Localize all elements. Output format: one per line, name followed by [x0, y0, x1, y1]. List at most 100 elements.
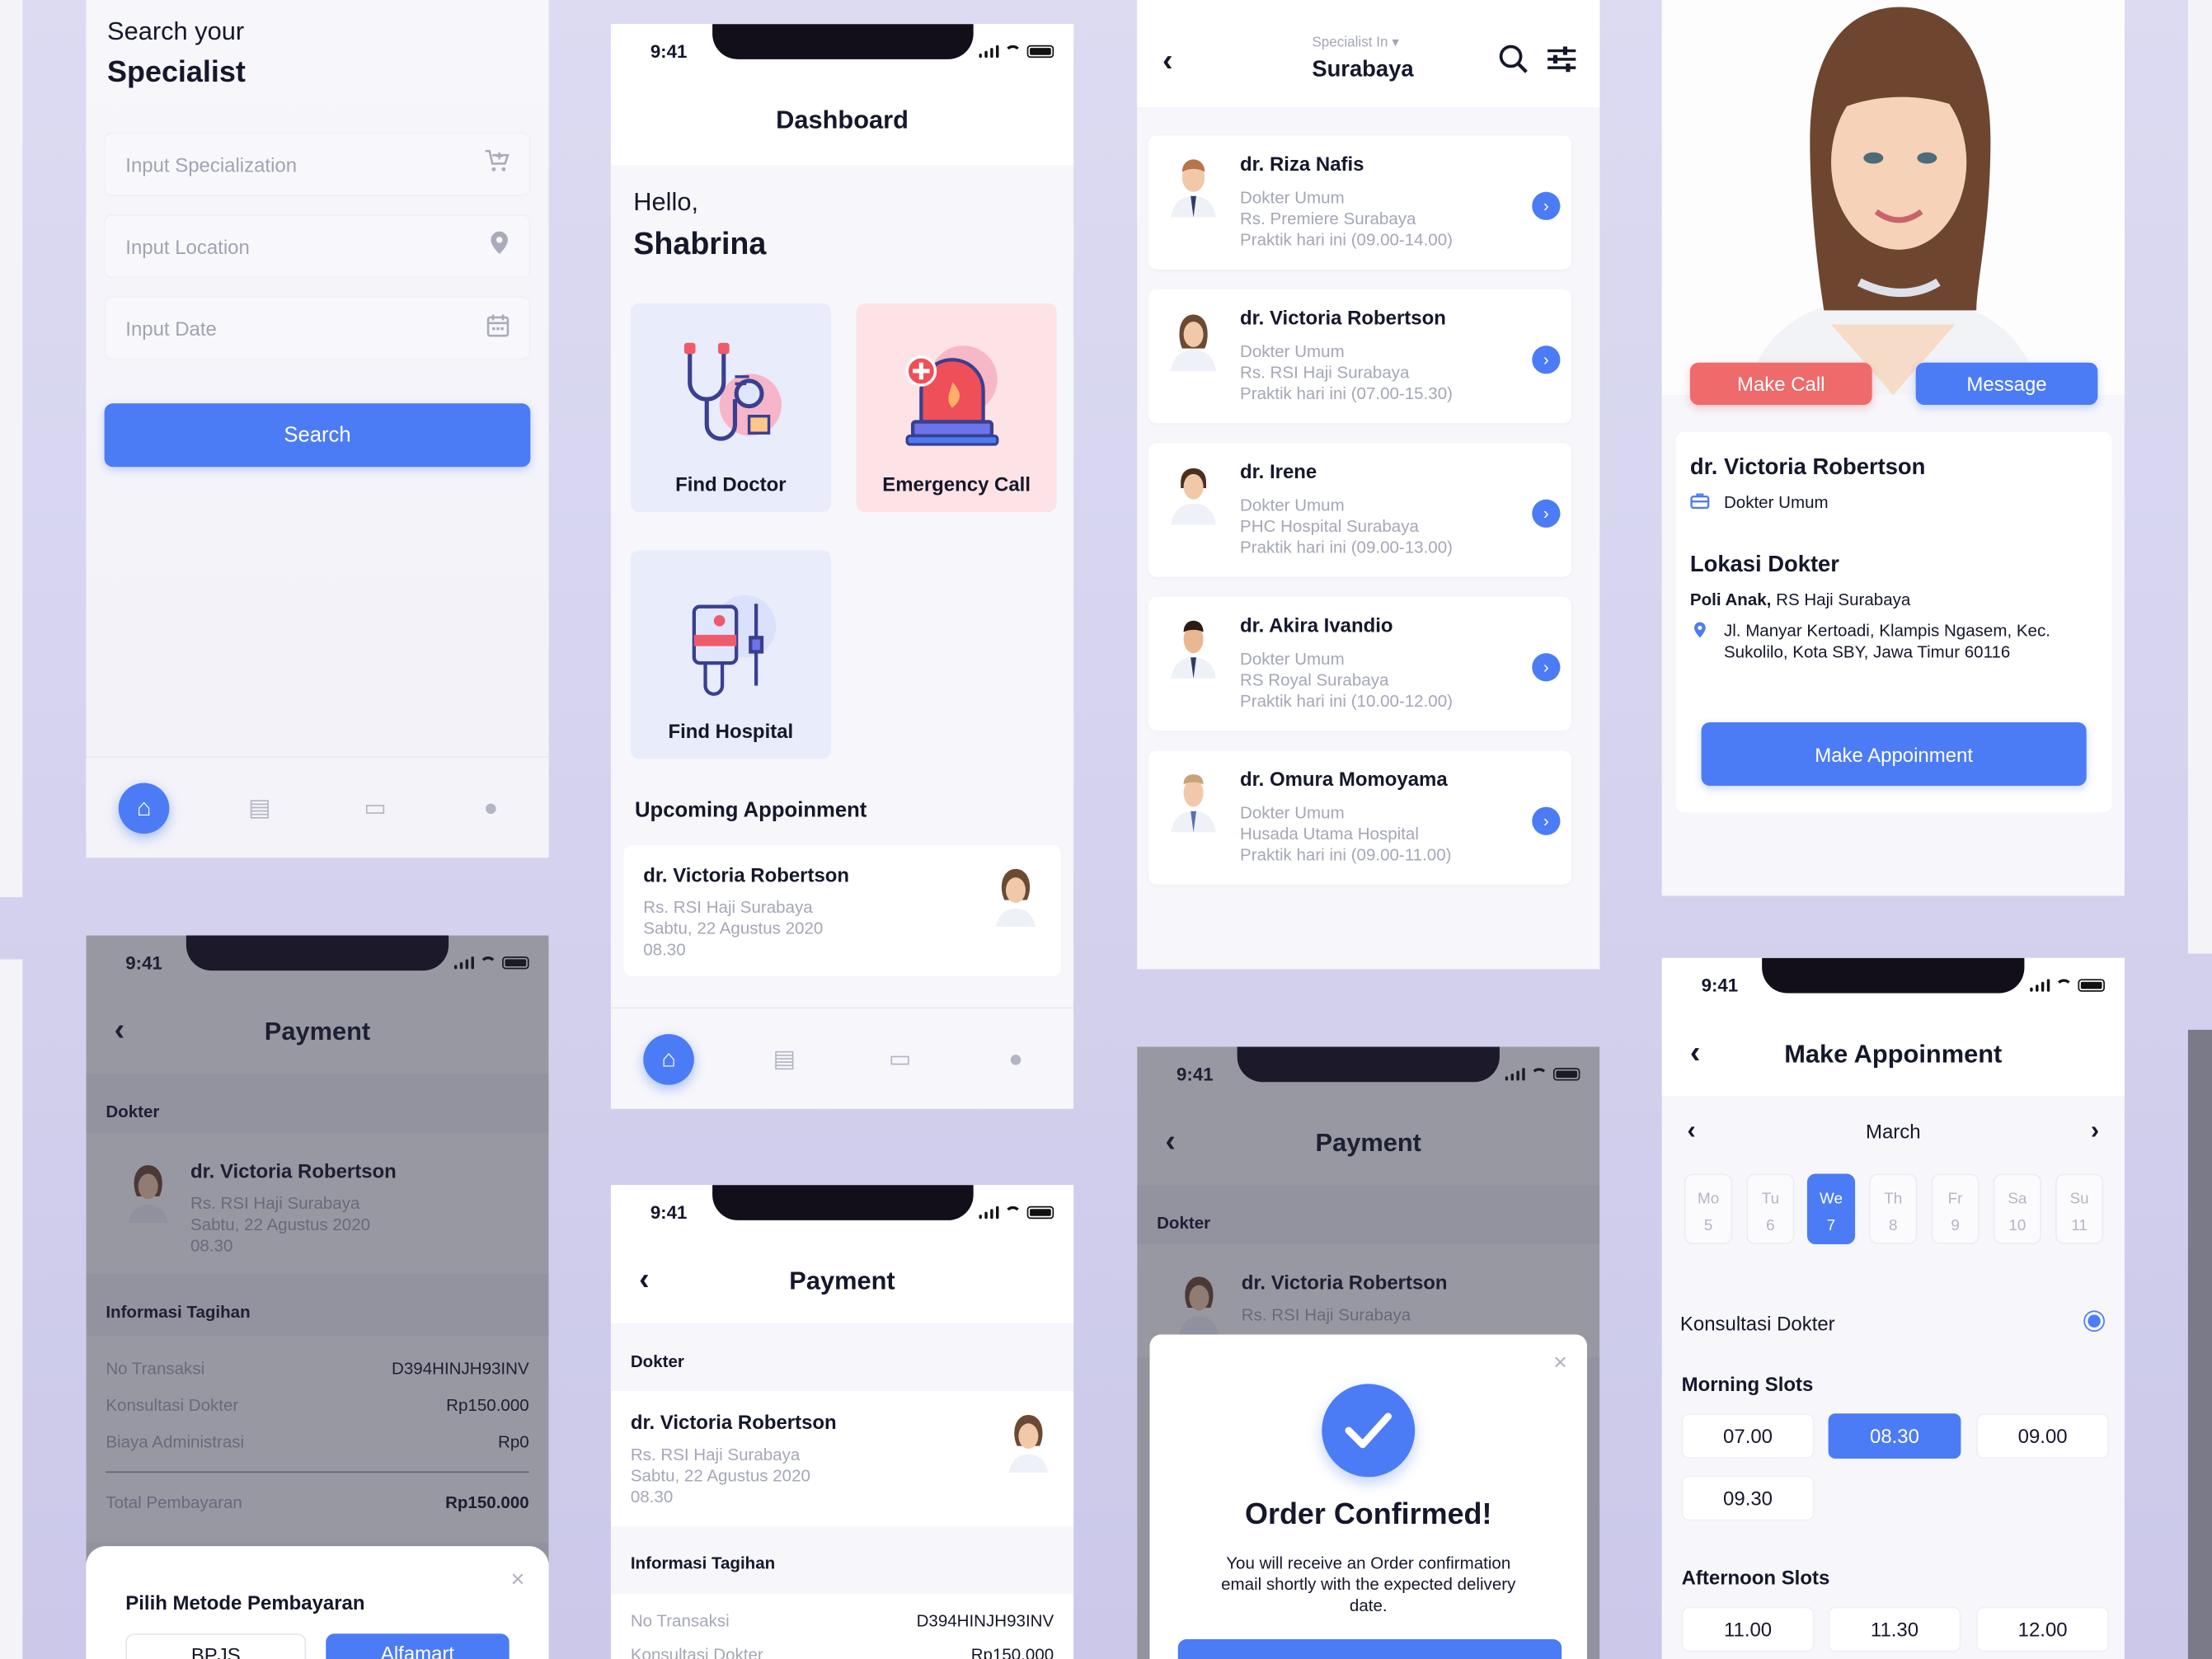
poli-name: Poli Anak,: [1689, 590, 1772, 610]
status-time: 9:41: [650, 1201, 688, 1224]
search-button[interactable]: Search: [104, 403, 531, 468]
make-appointment-screen: 9:41 ‹ Make Appoinment ‹ March › Mo 5 Tu 6…: [1661, 957, 2125, 1659]
doctor-schedule: Praktik hari ini (09.00-13.00): [1240, 537, 1453, 557]
confirm-message-line2: email shortly with the expected delivery: [1221, 1574, 1516, 1595]
day-friday[interactable]: Fr 9: [1931, 1173, 1980, 1244]
day-saturday[interactable]: Sa 10: [1993, 1173, 2041, 1244]
search-heading-line1: Search your: [107, 16, 245, 45]
method-option-alfamart[interactable]: Alfamart: [326, 1633, 510, 1659]
specialization-placeholder: Input Specialization: [125, 153, 298, 176]
make-call-button[interactable]: Make Call: [1689, 362, 1872, 406]
profile-icon[interactable]: ●: [990, 1033, 1041, 1084]
consult-radio[interactable]: [2083, 1310, 2105, 1332]
screens-canvas: Search your Specialist Input Specializat…: [0, 0, 2212, 1659]
signal-icon: [978, 1205, 999, 1220]
find-doctor-tile[interactable]: Find Doctor: [630, 303, 831, 513]
find-hospital-tile[interactable]: Find Hospital: [630, 550, 831, 759]
bill-section-label: Informasi Tagihan: [630, 1553, 776, 1573]
chat-icon[interactable]: ▭: [875, 1033, 926, 1084]
payment-title: Payment: [789, 1267, 895, 1295]
day-sunday[interactable]: Su 11: [2055, 1173, 2104, 1244]
doctor-card[interactable]: dr. Riza Nafis Dokter Umum Rs. Premiere S…: [1148, 135, 1572, 270]
specialist-label: Specialist In ▾: [1312, 35, 1399, 51]
home-icon[interactable]: ⌂: [643, 1033, 694, 1084]
payment-date: Sabtu, 22 Agustus 2020: [630, 1465, 810, 1486]
side-screen-right-top: [2187, 0, 2212, 954]
chevron-right-icon[interactable]: ›: [1532, 345, 1561, 374]
morning-slot[interactable]: 09.30: [1681, 1475, 1815, 1521]
doctor-name: dr. Akira Ivandio: [1240, 613, 1393, 637]
filter-icon[interactable]: [1546, 45, 1577, 81]
status-time: 9:41: [650, 40, 688, 63]
morning-slot[interactable]: 09.00: [1976, 1413, 2110, 1459]
emergency-call-tile[interactable]: Emergency Call: [856, 303, 1057, 513]
afternoon-slot[interactable]: 11.00: [1681, 1606, 1815, 1652]
upcoming-date: Sabtu, 22 Agustus 2020: [643, 918, 824, 938]
day-thursday[interactable]: Th 8: [1869, 1173, 1918, 1244]
location-input[interactable]: Input Location: [104, 214, 531, 279]
message-button[interactable]: Message: [1915, 362, 2098, 406]
doctor-avatar: [1008, 1415, 1049, 1473]
order-confirmed-dialog: × Order Confirmed! You will receive an O…: [1149, 1334, 1587, 1659]
doctor-type: Dokter Umum: [1240, 495, 1345, 515]
method-option-bpjs[interactable]: BPJS: [125, 1633, 307, 1659]
date-input[interactable]: Input Date: [104, 296, 531, 360]
bill-row: No Transaksi D394HINJH93INV: [631, 1611, 1054, 1633]
order-confirmed-title: Order Confirmed!: [1245, 1497, 1492, 1531]
doctor-avatar: [996, 868, 1036, 928]
payment-method-sheet: × Pilih Metode Pembayaran BPJS Alfamart: [86, 1546, 549, 1659]
payment-hospital: Rs. RSI Haji Surabaya: [630, 1444, 801, 1464]
doctor-hospital: RS Royal Surabaya: [1240, 670, 1389, 690]
payment-screen: 9:41 ‹ Payment Dokter dr. Victoria Rober…: [610, 1185, 1074, 1659]
document-icon[interactable]: ▤: [759, 1033, 810, 1084]
close-icon[interactable]: ×: [1553, 1349, 1567, 1377]
upcoming-appointment-card[interactable]: dr. Victoria Robertson Rs. RSI Haji Sura…: [623, 844, 1061, 976]
document-icon[interactable]: ▤: [234, 783, 285, 834]
status-time: 9:41: [1701, 975, 1739, 996]
doctor-name: dr. Riza Nafis: [1240, 152, 1364, 176]
day-monday[interactable]: Mo 5: [1684, 1173, 1733, 1244]
doctor-name: dr. Omura Momoyama: [1240, 767, 1448, 791]
make-appointment-button[interactable]: Make Appoinment: [1701, 721, 2087, 786]
dashboard-screen: 9:41 Dashboard Hello, Shabrina Find Doct…: [610, 24, 1074, 1109]
specialization-input[interactable]: Input Specialization: [104, 132, 531, 196]
device-notch: [712, 1185, 974, 1220]
close-icon[interactable]: ×: [511, 1566, 525, 1594]
payment-time: 08.30: [630, 1487, 674, 1507]
doctor-card[interactable]: dr. Akira Ivandio Dokter Umum RS Royal Su…: [1148, 596, 1572, 731]
chevron-right-icon[interactable]: ›: [1532, 806, 1561, 835]
check-circle-icon: [1322, 1384, 1416, 1478]
day-tuesday[interactable]: Tu 6: [1746, 1173, 1795, 1244]
home-icon[interactable]: ⌂: [118, 782, 170, 834]
doctor-type: Dokter Umum: [1240, 341, 1345, 361]
afternoon-slot[interactable]: 12.00: [1976, 1606, 2110, 1652]
search-screen: Search your Specialist Input Specializat…: [86, 0, 549, 858]
back-arrow-icon[interactable]: ‹: [1162, 45, 1173, 77]
find-hospital-label: Find Hospital: [668, 719, 794, 742]
month-next-icon[interactable]: ›: [2091, 1116, 2099, 1145]
chevron-right-icon[interactable]: ›: [1532, 191, 1561, 220]
doctor-card[interactable]: dr. Irene Dokter Umum PHC Hospital Suraba…: [1148, 443, 1572, 577]
search-icon[interactable]: [1498, 44, 1529, 82]
chat-icon[interactable]: ▭: [350, 783, 401, 834]
chevron-right-icon[interactable]: ›: [1532, 499, 1561, 528]
doctor-hospital: Rs. Premiere Surabaya: [1240, 209, 1416, 229]
make-appointment-title: Make Appoinment: [1784, 1039, 2003, 1069]
morning-slot-selected[interactable]: 08.30: [1828, 1413, 1961, 1459]
upcoming-hospital: Rs. RSI Haji Surabaya: [643, 897, 813, 918]
afternoon-slot[interactable]: 11.30: [1828, 1606, 1961, 1652]
chevron-right-icon[interactable]: ›: [1532, 653, 1561, 682]
doctor-hospital: Husada Utama Hospital: [1240, 824, 1419, 844]
confirm-action-button[interactable]: [1177, 1639, 1562, 1659]
doctor-name: dr. Victoria Robertson: [1240, 306, 1446, 329]
side-screen-right-bottom: [2187, 1029, 2212, 1659]
doctor-card[interactable]: dr. Victoria Robertson Dokter Umum Rs. RS…: [1148, 289, 1572, 424]
calendar-icon: [486, 313, 510, 344]
day-picker: Mo 5 Tu 6 We 7 Th 8 Fr 9 Sa 10 Su 11: [1684, 1173, 2107, 1247]
profile-icon[interactable]: ●: [466, 783, 517, 834]
search-heading-line2: Specialist: [107, 56, 246, 89]
morning-slot[interactable]: 07.00: [1681, 1413, 1815, 1459]
day-wednesday[interactable]: We 7: [1806, 1173, 1856, 1244]
doctor-card[interactable]: dr. Omura Momoyama Dokter Umum Husada Uta…: [1148, 750, 1572, 885]
doctor-avatar: [1171, 314, 1216, 371]
